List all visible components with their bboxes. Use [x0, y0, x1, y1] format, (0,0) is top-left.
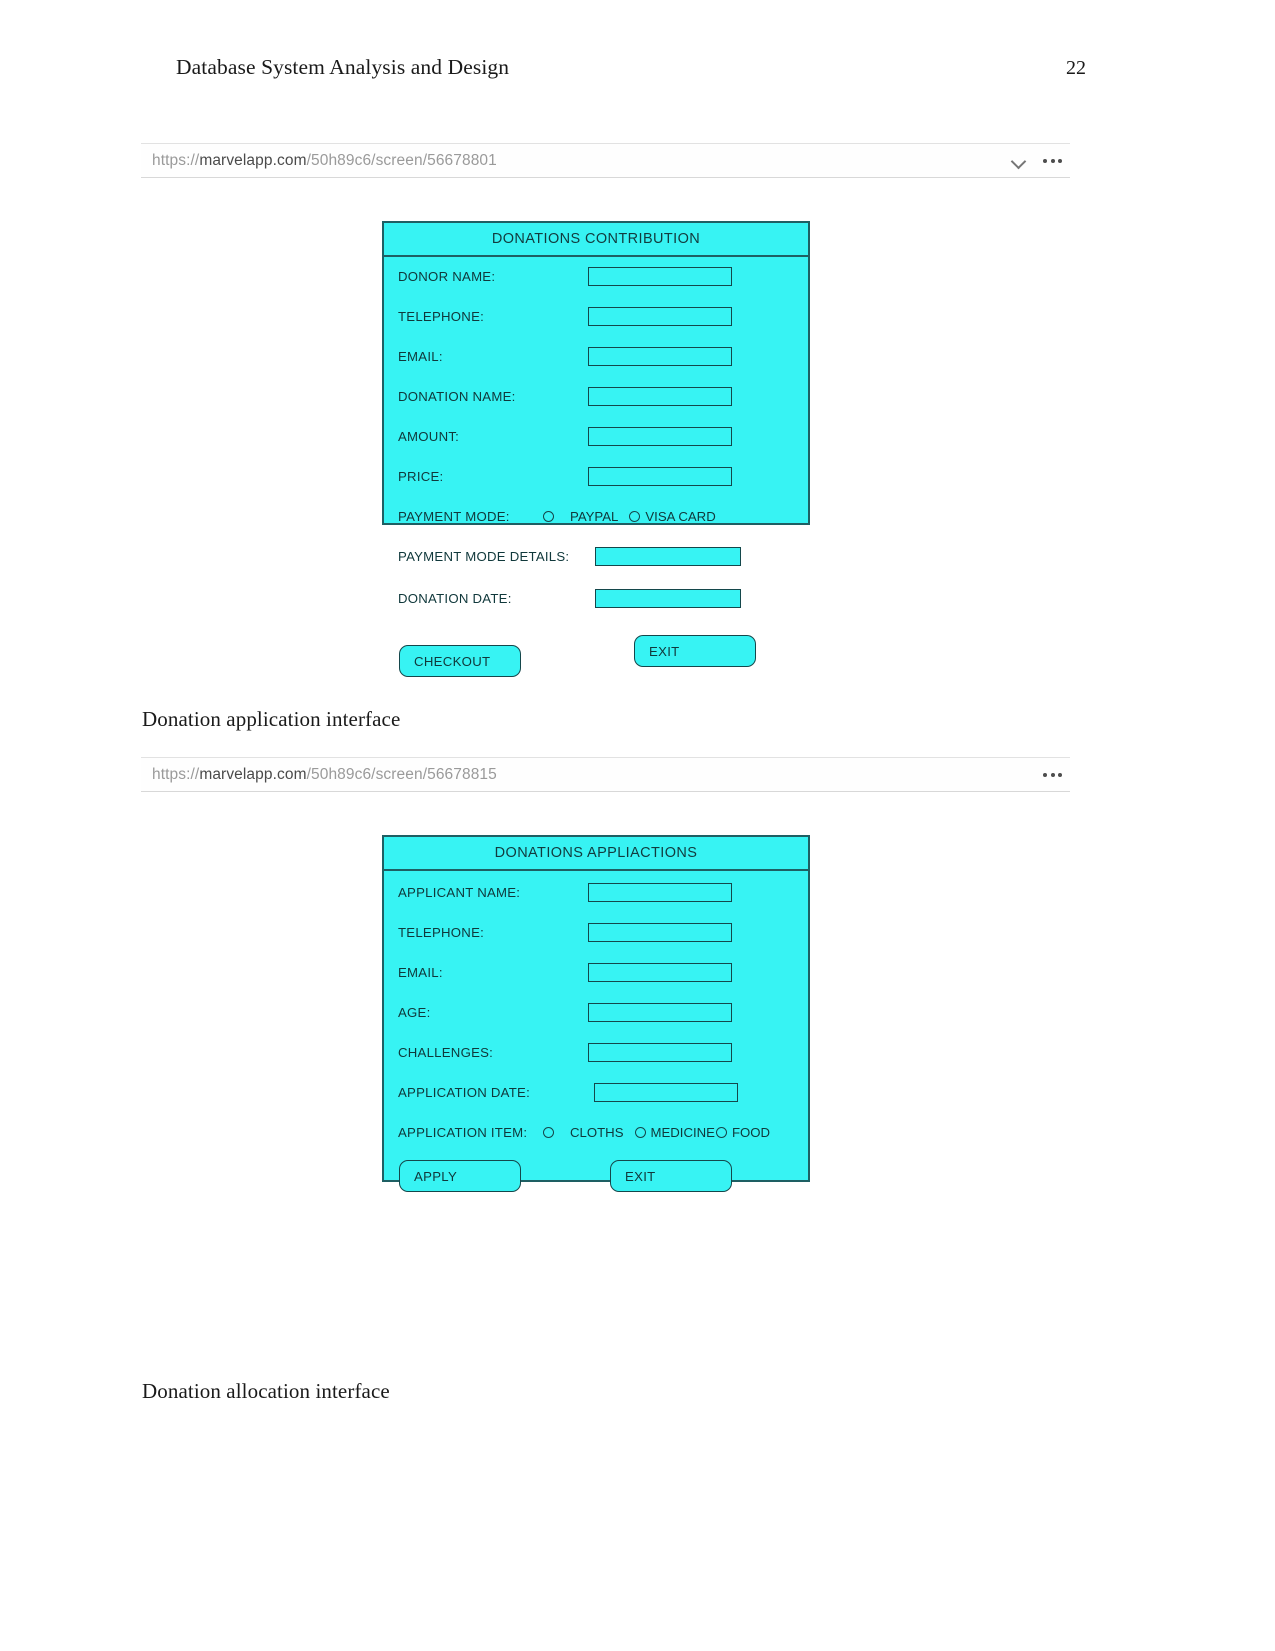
radio-label-visa-card: VISA CARD: [645, 508, 716, 524]
field-row-applicant-name: APPLICANT NAME:: [398, 879, 800, 905]
donation-date-input[interactable]: [595, 588, 741, 608]
figure-caption-1: Donation application interface: [142, 707, 401, 731]
browser-url-bar[interactable]: https://marvelapp.com/50h89c6/screen/566…: [141, 143, 1070, 178]
field-label: EMAIL:: [398, 348, 443, 364]
field-row-payment-mode-details: PAYMENT MODE DETAILS:: [398, 543, 800, 569]
donations-appliactions-form: DONATIONS APPLIACTIONS APPLICANT NAME: T…: [382, 835, 810, 1192]
field-label: TELEPHONE:: [398, 308, 485, 324]
field-label: PAYMENT MODE:: [398, 508, 510, 524]
form-title: DONATIONS APPLIACTIONS: [384, 837, 808, 871]
field-label: APPLICATION DATE:: [398, 1084, 530, 1100]
applicant-name-input[interactable]: [588, 882, 732, 902]
field-row-donation-name: DONATION NAME:: [398, 383, 800, 409]
url-text: https://marvelapp.com/50h89c6/screen/566…: [152, 151, 497, 169]
exit-button[interactable]: EXIT: [634, 635, 756, 667]
field-label: DONATION DATE:: [398, 590, 512, 606]
radio-food[interactable]: [715, 1126, 727, 1138]
field-row-age: AGE:: [398, 999, 800, 1025]
application-date-input[interactable]: [594, 1082, 738, 1102]
field-row-donation-date: DONATION DATE:: [398, 585, 800, 611]
mockup-stage-1: DONATIONS CONTRIBUTION DONOR NAME: TELEP…: [141, 178, 1070, 713]
mockup-stage-2: DONATIONS APPLIACTIONS APPLICANT NAME: T…: [141, 792, 1070, 1227]
field-row-telephone: TELEPHONE:: [398, 919, 800, 945]
exit-button[interactable]: EXIT: [610, 1160, 732, 1192]
field-row-application-date: APPLICATION DATE:: [398, 1079, 800, 1105]
figure-donation-applications: https://marvelapp.com/50h89c6/screen/566…: [141, 757, 1070, 1227]
field-row-amount: AMOUNT:: [398, 423, 800, 449]
page-title: Database System Analysis and Design: [176, 55, 510, 79]
field-row-donor-name: DONOR NAME:: [398, 263, 800, 289]
radio-medicine[interactable]: [634, 1126, 646, 1138]
chevron-down-icon[interactable]: [1012, 156, 1027, 165]
more-options-icon[interactable]: [1043, 772, 1062, 777]
field-row-telephone: TELEPHONE:: [398, 303, 800, 329]
field-row-payment-mode: PAYMENT MODE: PAYPAL VISA CARD: [398, 503, 800, 529]
page-number: 22: [1066, 57, 1086, 79]
challenges-input[interactable]: [588, 1042, 732, 1062]
field-label: AMOUNT:: [398, 428, 460, 444]
exit-button-label: EXIT: [649, 643, 680, 659]
browser-url-bar[interactable]: https://marvelapp.com/50h89c6/screen/566…: [141, 757, 1070, 792]
figure-donation-contribution: https://marvelapp.com/50h89c6/screen/566…: [141, 143, 1070, 713]
radio-label-food: FOOD: [731, 1124, 771, 1140]
radio-label-medicine: MEDICINE: [650, 1124, 715, 1140]
email-input[interactable]: [588, 962, 732, 982]
field-row-challenges: CHALLENGES:: [398, 1039, 800, 1065]
form-body: APPLICANT NAME: TELEPHONE: EMAIL: AGE: C: [384, 871, 808, 1192]
field-label: PAYMENT MODE DETAILS:: [398, 548, 570, 564]
email-input[interactable]: [588, 346, 732, 366]
url-bar-actions: [1043, 758, 1062, 791]
telephone-input[interactable]: [588, 922, 732, 942]
field-row-email: EMAIL:: [398, 959, 800, 985]
url-bar-actions: [1012, 144, 1062, 177]
radio-visa-card[interactable]: [629, 510, 641, 522]
form-title: DONATIONS CONTRIBUTION: [384, 223, 808, 257]
price-input[interactable]: [588, 466, 732, 486]
more-options-icon[interactable]: [1043, 158, 1062, 163]
payment-mode-details-input[interactable]: [595, 546, 741, 566]
field-label: CHALLENGES:: [398, 1044, 494, 1060]
age-input[interactable]: [588, 1002, 732, 1022]
application-item-radio-group: CLOTHS MEDICINE FOOD: [543, 1125, 770, 1140]
field-label: PRICE:: [398, 468, 444, 484]
page-header: Database System Analysis and Design 22: [176, 55, 1086, 80]
telephone-input[interactable]: [588, 306, 732, 326]
radio-paypal[interactable]: [543, 510, 554, 522]
field-label: AGE:: [398, 1004, 431, 1020]
field-label: TELEPHONE:: [398, 924, 485, 940]
checkout-button-label: CHECKOUT: [414, 653, 491, 669]
field-label: APPLICANT NAME:: [398, 884, 521, 900]
url-text: https://marvelapp.com/50h89c6/screen/566…: [152, 765, 497, 783]
field-label: DONOR NAME:: [398, 268, 496, 284]
radio-label-cloths: CLOTHS: [570, 1124, 624, 1140]
exit-button-label: EXIT: [625, 1168, 656, 1184]
donations-contribution-form: DONATIONS CONTRIBUTION DONOR NAME: TELEP…: [382, 221, 810, 677]
donor-name-input[interactable]: [588, 266, 732, 286]
field-row-application-item: APPLICATION ITEM: CLOTHS MEDICINE FOOD: [398, 1119, 800, 1145]
field-label: DONATION NAME:: [398, 388, 516, 404]
field-label: APPLICATION ITEM:: [398, 1124, 528, 1140]
field-label: EMAIL:: [398, 964, 443, 980]
apply-button[interactable]: APPLY: [399, 1160, 521, 1192]
checkout-button[interactable]: CHECKOUT: [399, 645, 521, 677]
field-row-email: EMAIL:: [398, 343, 800, 369]
payment-mode-radio-group: PAYPAL VISA CARD: [543, 509, 716, 524]
figure-caption-2: Donation allocation interface: [142, 1379, 390, 1403]
donation-name-input[interactable]: [588, 386, 732, 406]
radio-cloths[interactable]: [543, 1126, 554, 1138]
amount-input[interactable]: [588, 426, 732, 446]
apply-button-label: APPLY: [414, 1168, 458, 1184]
radio-label-paypal: PAYPAL: [570, 508, 619, 524]
form-body: DONOR NAME: TELEPHONE: EMAIL: DONATION N…: [384, 257, 808, 677]
field-row-price: PRICE:: [398, 463, 800, 489]
